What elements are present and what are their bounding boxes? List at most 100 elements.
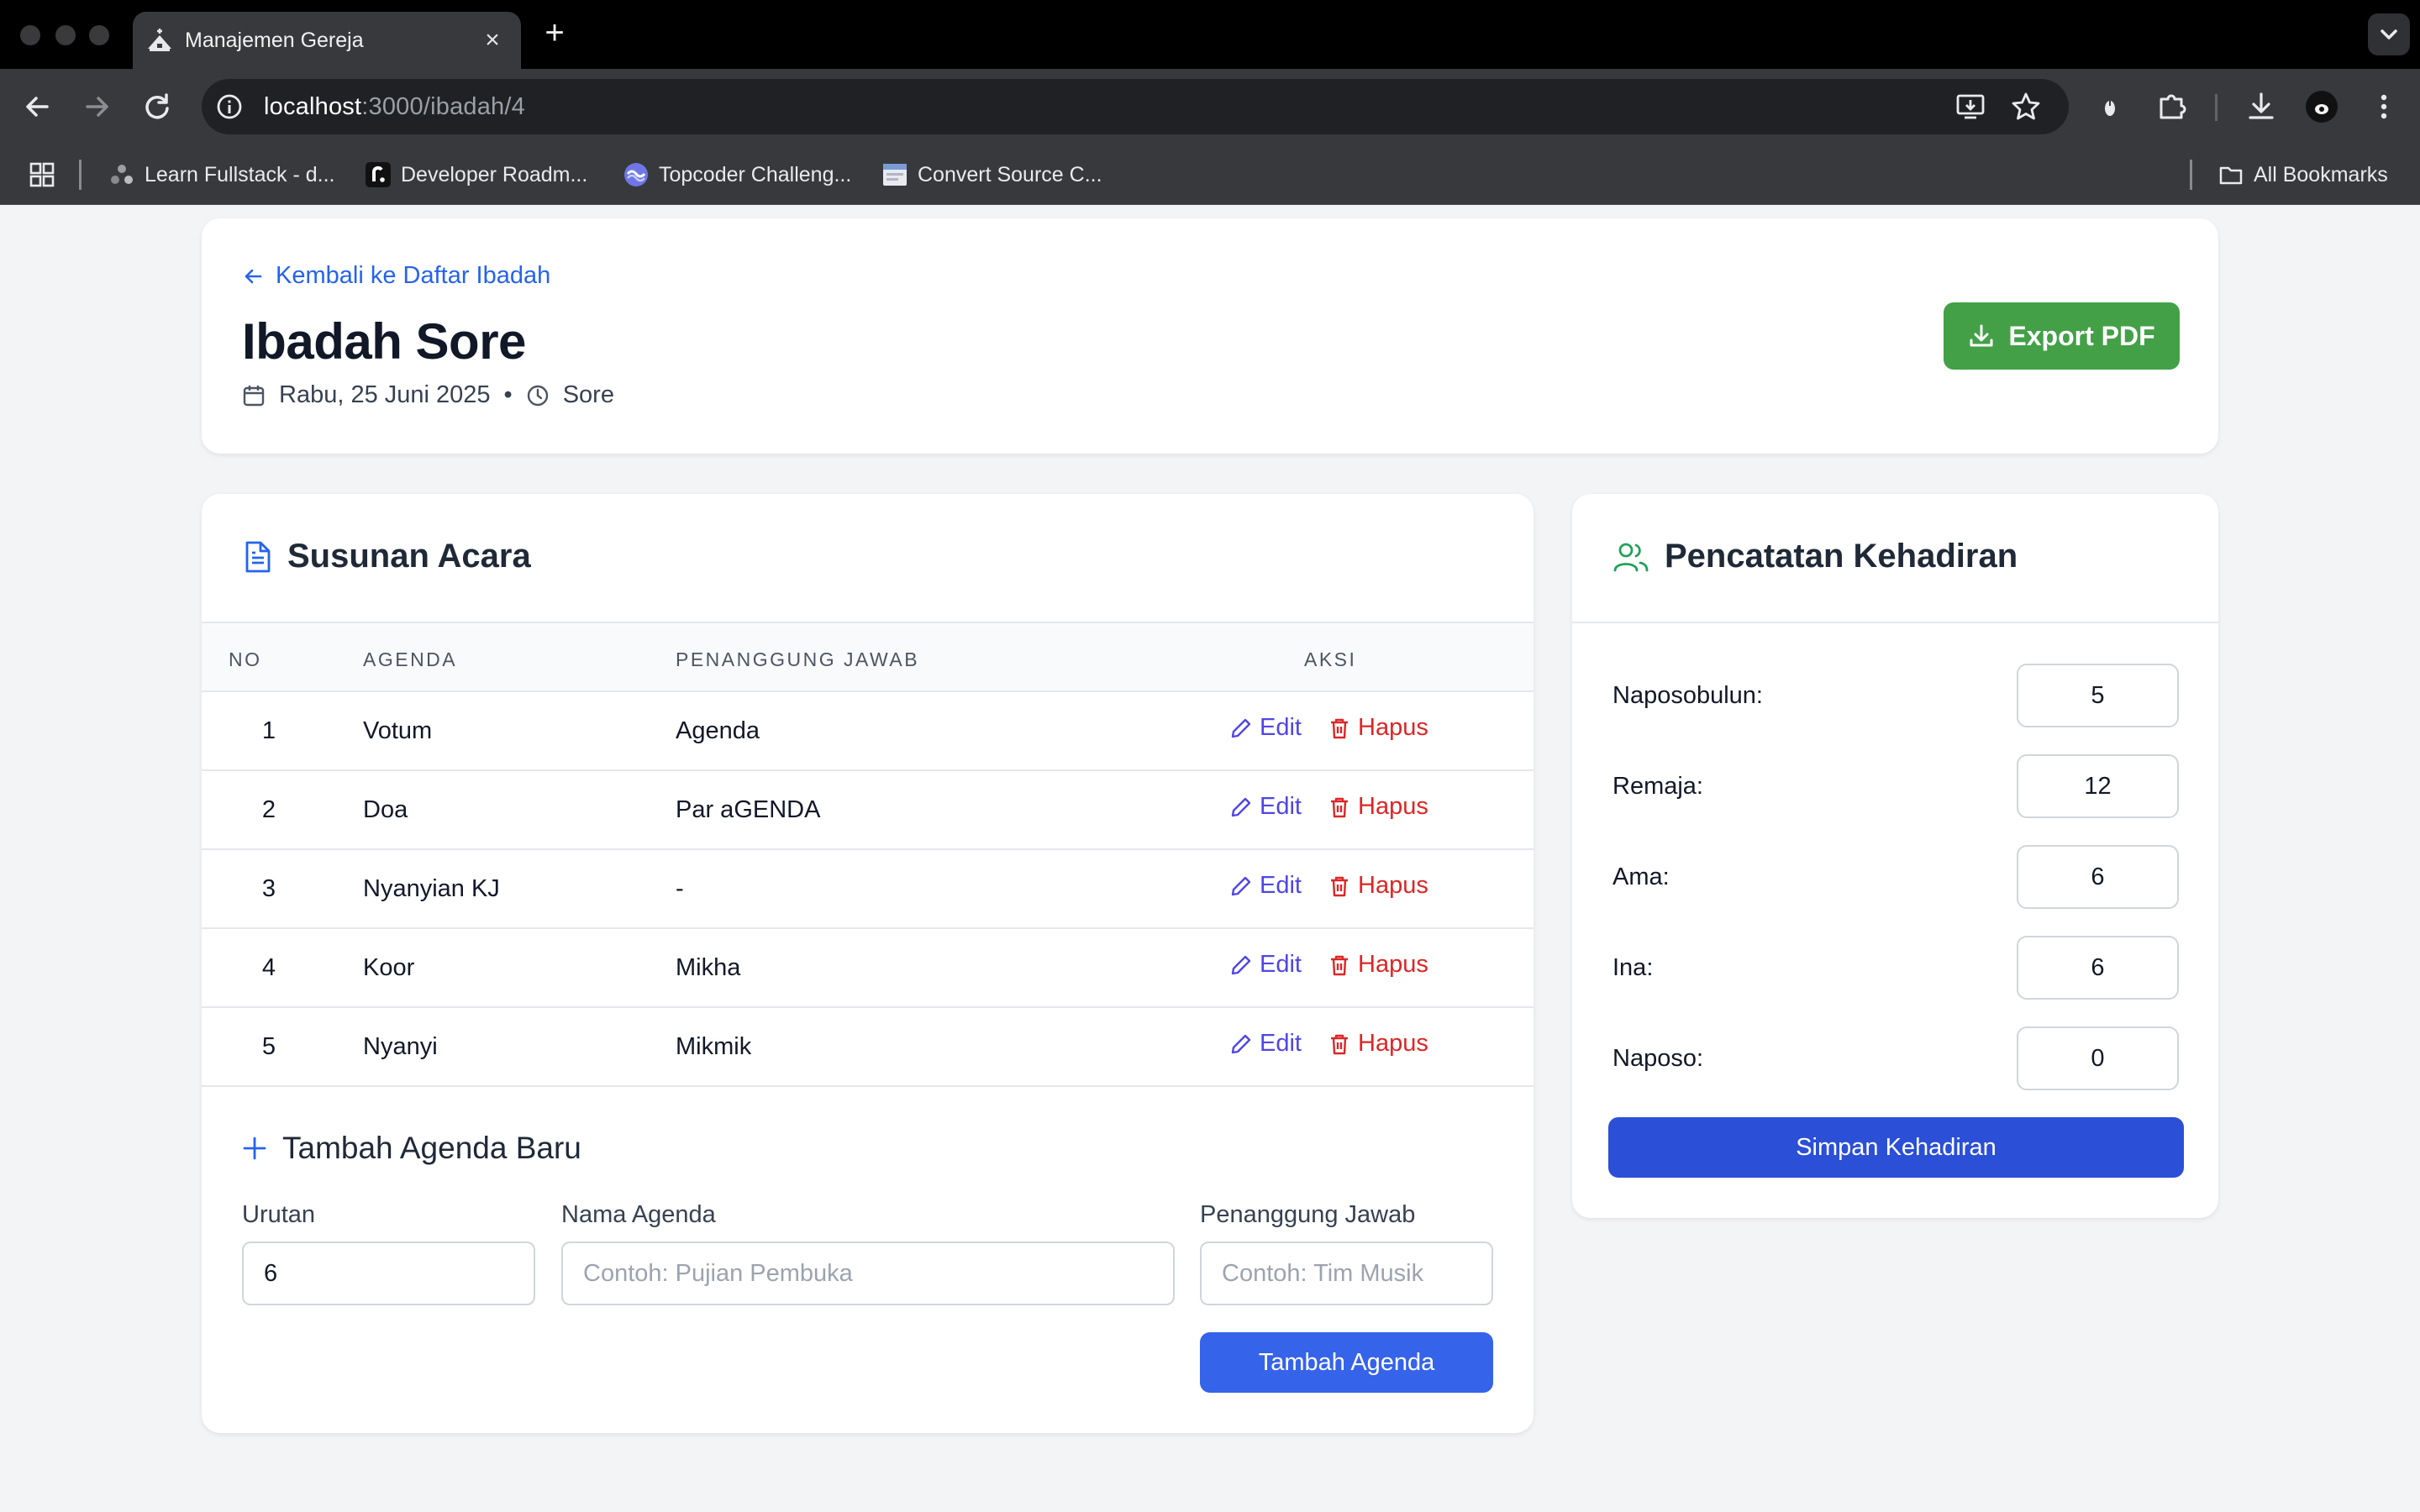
page-title: Ibadah Sore xyxy=(242,313,526,370)
edit-button[interactable]: Edit xyxy=(1229,793,1302,821)
tab-title: Manajemen Gereja xyxy=(185,29,364,52)
edit-label: Edit xyxy=(1260,872,1302,899)
bookmark-learn-fullstack[interactable]: Learn Fullstack - d... xyxy=(109,160,334,190)
address-bar[interactable]: localhost:3000/ibadah/4 xyxy=(202,79,2069,134)
delete-label: Hapus xyxy=(1358,872,1428,899)
attendance-input-ina[interactable] xyxy=(2017,936,2179,1000)
row-pj: Agenda xyxy=(676,717,760,744)
all-bookmarks-button[interactable]: All Bookmarks xyxy=(2218,160,2388,190)
bookmarks-bar: Learn Fullstack - d... Developer Roadm..… xyxy=(0,144,2420,205)
forward-arrow-icon[interactable] xyxy=(77,87,116,126)
users-icon xyxy=(1613,543,1649,571)
delete-label: Hapus xyxy=(1358,714,1428,741)
apps-grid-icon[interactable] xyxy=(29,161,55,188)
delete-button[interactable]: Hapus xyxy=(1328,1030,1428,1058)
pencil-icon xyxy=(1231,1034,1251,1053)
table-row: 3 Nyanyian KJ - Edit Hapus xyxy=(202,850,1534,929)
install-app-icon[interactable] xyxy=(1954,91,1986,123)
attendance-label-remaja: Remaja: xyxy=(1612,773,1703,800)
tab-close-icon[interactable]: × xyxy=(477,25,508,55)
order-input[interactable] xyxy=(242,1242,535,1305)
row-pj: Mikha xyxy=(676,954,741,981)
row-agenda: Nyanyian KJ xyxy=(363,875,500,902)
new-tab-button[interactable]: + xyxy=(538,16,571,50)
window-minimize-dot[interactable] xyxy=(55,25,76,45)
meta-separator: • xyxy=(503,381,513,408)
bookmark-topcoder[interactable]: Topcoder Challeng... xyxy=(623,160,851,190)
back-to-list-link[interactable]: Kembali ke Daftar Ibadah xyxy=(242,262,550,290)
bookmark-label: Topcoder Challeng... xyxy=(659,162,852,186)
row-agenda: Nyanyi xyxy=(363,1033,438,1060)
extensions-puzzle-icon[interactable] xyxy=(2154,89,2190,124)
active-tab[interactable]: Manajemen Gereja × xyxy=(133,12,521,69)
agenda-name-input[interactable] xyxy=(561,1242,1175,1305)
edit-button[interactable]: Edit xyxy=(1229,714,1302,742)
attendance-section-title: Pencatatan Kehadiran xyxy=(1612,538,2018,575)
reload-icon[interactable] xyxy=(138,87,176,126)
chevron-down-icon xyxy=(2381,29,2397,39)
delete-button[interactable]: Hapus xyxy=(1328,793,1428,821)
row-number: 4 xyxy=(261,954,276,981)
order-label: Urutan xyxy=(242,1201,316,1228)
window-zoom-dot[interactable] xyxy=(89,25,109,45)
export-pdf-button[interactable]: Export PDF xyxy=(1944,302,2180,370)
bookmark-convert-source[interactable]: Convert Source C... xyxy=(882,160,1102,190)
service-date: Rabu, 25 Juni 2025 xyxy=(279,381,491,408)
site-info-icon[interactable] xyxy=(215,92,244,121)
delete-button[interactable]: Hapus xyxy=(1328,951,1428,979)
attendance-input-naposobulun[interactable] xyxy=(2017,664,2179,727)
edit-button[interactable]: Edit xyxy=(1229,872,1302,900)
agenda-title-label: Susunan Acara xyxy=(287,538,531,575)
table-row: 1 Votum Agenda Edit Hapus xyxy=(202,692,1534,771)
attendance-label-naposobulun: Naposobulun: xyxy=(1612,682,1763,709)
tab-search-button[interactable] xyxy=(2368,13,2410,55)
table-row: 4 Koor Mikha Edit Hapus xyxy=(202,929,1534,1008)
delete-label: Hapus xyxy=(1358,1030,1428,1057)
download-icon[interactable] xyxy=(2244,89,2279,124)
window-close-dot[interactable] xyxy=(20,25,40,45)
pj-input[interactable] xyxy=(1200,1242,1493,1305)
edit-button[interactable]: Edit xyxy=(1229,951,1302,979)
export-pdf-label: Export PDF xyxy=(2008,320,2155,351)
calendar-icon xyxy=(243,385,265,406)
save-attendance-button[interactable]: Simpan Kehadiran xyxy=(1608,1117,2184,1178)
row-pj: Par aGENDA xyxy=(676,796,821,823)
profile-avatar-icon[interactable] xyxy=(2304,89,2339,124)
topcoder-favicon xyxy=(624,163,648,186)
all-bookmarks-label: All Bookmarks xyxy=(2254,162,2388,186)
bookmark-developer-roadmap[interactable]: Developer Roadm... xyxy=(366,160,587,190)
clock-icon xyxy=(527,385,548,406)
row-agenda: Doa xyxy=(363,796,408,823)
kebab-menu-icon[interactable] xyxy=(2366,89,2402,124)
table-header: NO AGENDA PENANGGUNG JAWAB AKSI xyxy=(202,622,1534,692)
plus-icon xyxy=(243,1137,266,1160)
agenda-section-title: Susunan Acara xyxy=(242,538,531,575)
attendance-input-remaja[interactable] xyxy=(2017,754,2179,818)
edit-button[interactable]: Edit xyxy=(1229,1030,1302,1058)
table-row: 5 Nyanyi Mikmik Edit Hapus xyxy=(202,1008,1534,1087)
row-number: 1 xyxy=(261,717,276,744)
attendance-input-ama[interactable] xyxy=(2017,845,2179,909)
delete-button[interactable]: Hapus xyxy=(1328,872,1428,900)
column-header-no: NO xyxy=(229,648,262,670)
bookmark-star-icon[interactable] xyxy=(2010,91,2042,123)
add-agenda-button-label: Tambah Agenda xyxy=(1258,1348,1435,1376)
trash-icon xyxy=(1331,955,1348,975)
bookmarks-divider xyxy=(79,160,82,190)
trash-icon xyxy=(1331,797,1348,817)
add-agenda-button[interactable]: Tambah Agenda xyxy=(1200,1332,1493,1393)
attendance-label-ama: Ama: xyxy=(1612,864,1670,890)
roadmap-favicon xyxy=(366,162,391,187)
attendance-input-naposo[interactable] xyxy=(2017,1026,2179,1090)
row-number: 2 xyxy=(261,796,276,823)
agenda-table: NO AGENDA PENANGGUNG JAWAB AKSI 1 Votum … xyxy=(202,622,1534,1087)
pencil-icon xyxy=(1231,718,1251,738)
delete-button[interactable]: Hapus xyxy=(1328,714,1428,742)
extension-mouse-icon[interactable] xyxy=(2092,89,2128,124)
row-pj: Mikmik xyxy=(676,1033,752,1060)
column-header-aksi: AKSI xyxy=(1304,648,1357,670)
row-number: 5 xyxy=(261,1033,276,1060)
bookmarks-divider xyxy=(2190,160,2192,190)
back-arrow-icon[interactable] xyxy=(18,87,57,126)
edit-label: Edit xyxy=(1260,793,1302,820)
